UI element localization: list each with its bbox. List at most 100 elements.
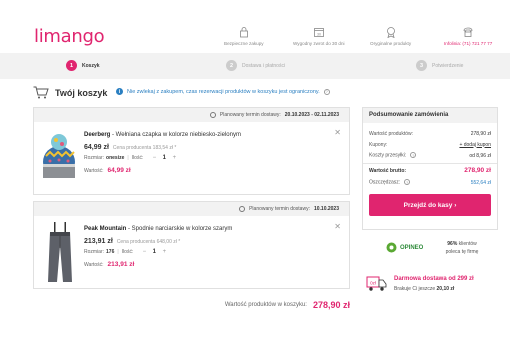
summary-title: Podsumowanie zamówienia (363, 108, 497, 123)
product-details: Peak Mountain - Spodnie narciarskie w ko… (84, 226, 232, 268)
reservation-info: i Nie zwlekaj z zakupem, czas rezerwacji… (116, 88, 330, 95)
step-delivery: 2 Dostawa i płatności (226, 60, 285, 71)
summary-label: Wartość produktów: (369, 130, 413, 137)
summary-value: 278,90 zł (470, 130, 491, 137)
size-label: Rozmiar: (84, 249, 105, 255)
product-meta: Rozmiar: 176 | Ilość: − 1 + (84, 249, 232, 255)
lock-icon (239, 27, 248, 38)
info-icon: i (116, 88, 123, 95)
summary-label: Wartość brutto: (369, 167, 407, 174)
decrease-button[interactable]: − (139, 249, 149, 255)
step-number: 2 (226, 60, 237, 71)
qty-label: Ilość: (121, 249, 134, 255)
value-label: Wartość: (84, 262, 104, 268)
feature-secure: Bezpieczne zakupy (224, 26, 264, 46)
increase-button[interactable]: + (169, 155, 179, 161)
opineo-line1: klientów (457, 241, 477, 247)
opineo-rating: 96% klientów poleca tę firmę (432, 240, 492, 256)
add-coupon-link[interactable]: + dodaj kupon (459, 142, 491, 148)
summary-row-shipping: Koszty przesyłki:? od 8,96 zł (363, 150, 497, 161)
product-title[interactable]: - Spodnie narciarskie w kolorze szarym (126, 226, 232, 232)
remove-item-button[interactable]: ✕ (334, 222, 341, 231)
cart-item: Planowany termin dostawy: 20.10.2023 - 0… (33, 107, 350, 195)
producer-price: Cena producenta 183,54 zł * (112, 145, 177, 151)
decrease-button[interactable]: − (149, 155, 159, 161)
product-name[interactable]: Deerberg - Wełniana czapka w kolorze nie… (84, 132, 241, 138)
product-image[interactable] (46, 222, 74, 284)
header: limango Bezpieczne zakupy 30 Wygodny zwr… (0, 0, 510, 53)
product-brand[interactable]: Peak Mountain (84, 226, 126, 232)
checkout-button[interactable]: Przejdź do kasy › (369, 194, 491, 216)
step-number: 3 (416, 60, 427, 71)
summary-row-products: Wartość produktów: 278,90 zł (363, 128, 497, 139)
opineo-percent: 96% (447, 241, 458, 247)
opineo-brand: OPINEO (400, 244, 424, 251)
step-label: Dostawa i płatności (242, 62, 286, 69)
increase-button[interactable]: + (159, 249, 169, 255)
summary-label: Oszczędzasz:? (369, 179, 411, 186)
product-details: Deerberg - Wełniana czapka w kolorze nie… (84, 132, 241, 174)
header-features: Bezpieczne zakupy 30 Wygodny zwrot do 30… (0, 26, 510, 50)
quantity-stepper[interactable]: − 1 + (149, 155, 179, 161)
feature-phone[interactable]: Infolinia: (71) 721 77 77 (444, 26, 492, 46)
cart-total-value: 278,90 zł (312, 300, 350, 310)
help-icon[interactable]: ? (323, 88, 330, 95)
divider: | (117, 249, 119, 255)
phone-icon (463, 27, 473, 37)
quantity-value[interactable]: 1 (149, 249, 159, 255)
badge-icon (386, 27, 395, 38)
step-label: Potwierdzenie (432, 62, 464, 69)
remove-item-button[interactable]: ✕ (334, 128, 341, 137)
value-line: Wartość: 213,91 zł (84, 261, 232, 268)
product-price: 213,91 zł (84, 238, 113, 245)
step-confirmation: 3 Potwierdzenie (416, 60, 463, 71)
order-summary: Podsumowanie zamówienia Wartość produktó… (362, 107, 498, 230)
help-icon[interactable]: ? (410, 152, 417, 159)
opineo-logo-icon (386, 242, 397, 253)
producer-price: Cena producenta 648,00 zł * (116, 239, 181, 245)
feature-original: Oryginalne produkty (370, 26, 411, 46)
step-label: Koszyk (82, 62, 100, 69)
cart-total-label: Wartość produktów w koszyku: (224, 302, 307, 308)
summary-value: 552,64 zł (470, 179, 491, 186)
size-value: 176 (106, 249, 115, 255)
quantity-value[interactable]: 1 (159, 155, 169, 161)
checkout-steps: 1 Koszyk 2 Dostawa i płatności 3 Potwier… (0, 53, 510, 79)
feature-label[interactable]: Infolinia: (71) 721 77 77 (444, 41, 492, 46)
feature-label: Wygodny zwrot do 30 dni (293, 41, 345, 46)
product-brand[interactable]: Deerberg (84, 132, 110, 138)
summary-row-gross: Wartość brutto: 278,90 zł (363, 163, 497, 177)
cart-total: Wartość produktów w koszyku: 278,90 zł (225, 300, 350, 310)
item-value: 213,91 zł (107, 261, 135, 268)
price-line: 213,91 zł Cena producenta 648,00 zł * (84, 238, 232, 245)
truck-icon: 0zł (366, 276, 387, 291)
item-value: 64,99 zł (107, 167, 131, 174)
clock-icon (239, 206, 246, 212)
summary-label: Koszty przesyłki:? (369, 152, 417, 159)
step-cart[interactable]: 1 Koszyk (66, 60, 100, 71)
feature-label: Oryginalne produkty (370, 41, 412, 46)
value-label: Wartość: (84, 168, 104, 174)
product-title[interactable]: - Wełniana czapka w kolorze niebiesko-zi… (110, 132, 241, 138)
product-meta: Rozmiar: onesize | Ilość: − 1 + (84, 155, 241, 161)
reservation-info-text: Nie zwlekaj z zakupem, czas rezerwacji p… (127, 88, 320, 95)
delivery-bar: Planowany termin dostawy: 20.10.2023 - 0… (34, 108, 349, 122)
product-name[interactable]: Peak Mountain - Spodnie narciarskie w ko… (84, 226, 232, 232)
calendar-return-icon: 30 (313, 28, 324, 37)
cart-icon (33, 86, 49, 99)
svg-text:30: 30 (317, 33, 321, 37)
summary-value: 278,90 zł (464, 167, 491, 174)
product-image[interactable] (40, 130, 78, 180)
size-label: Rozmiar: (84, 155, 105, 161)
opineo-line2: poleca tę firmę (445, 249, 479, 255)
value-line: Wartość: 64,99 zł (84, 167, 241, 174)
summary-row-savings: Oszczędzasz:? 552,64 zł (363, 177, 497, 188)
price-line: 64,99 zł Cena producenta 183,54 zł * (84, 144, 241, 151)
help-icon[interactable]: ? (404, 179, 411, 186)
summary-row-coupons: Kupony: + dodaj kupon (363, 139, 497, 150)
missing-amount: 20,10 zł (436, 286, 455, 292)
cart-heading: Twój koszyk (33, 86, 107, 99)
quantity-stepper[interactable]: − 1 + (139, 249, 169, 255)
opineo-badge[interactable]: OPINEO (386, 242, 423, 253)
step-number: 1 (66, 60, 77, 71)
